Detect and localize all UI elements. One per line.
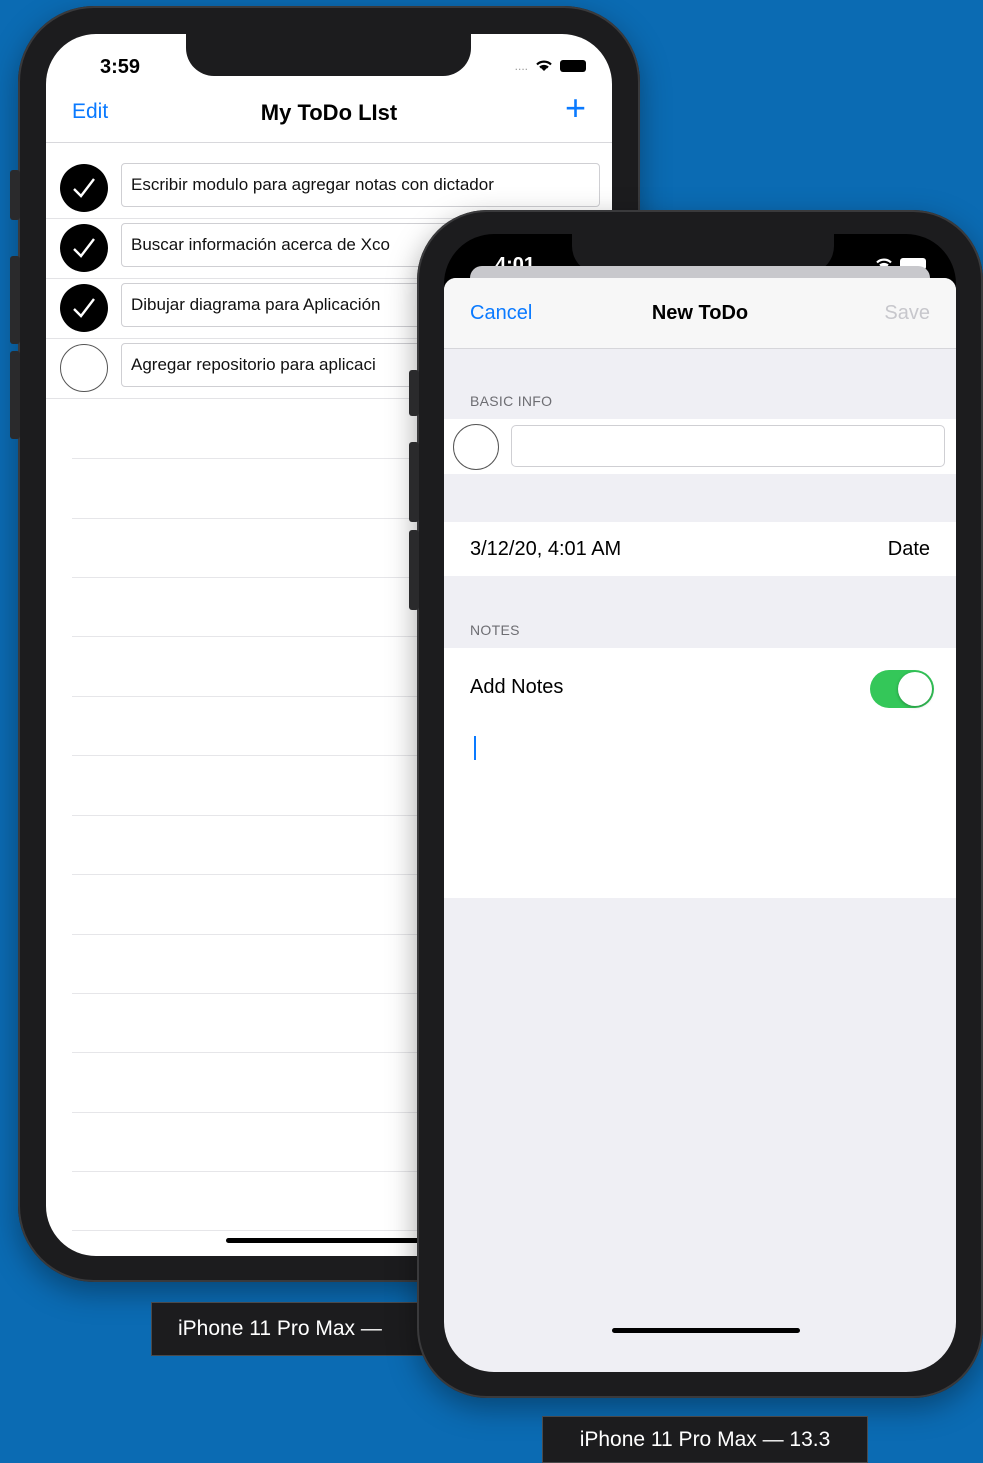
simulator-label: iPhone 11 Pro Max — 13.3	[542, 1416, 868, 1463]
notes-cell: Add Notes	[444, 648, 956, 898]
date-cell[interactable]: 3/12/20, 4:01 AM Date	[444, 522, 956, 576]
checkmark-icon	[73, 238, 95, 258]
navigation-bar: Cancel New ToDo Save	[444, 278, 956, 349]
signal-dots: ....	[514, 58, 528, 73]
checkmark-icon	[73, 298, 95, 318]
volume-up-button	[409, 442, 419, 522]
completion-toggle[interactable]	[60, 284, 108, 332]
notes-text-area[interactable]	[460, 726, 940, 886]
page-title: New ToDo	[651, 302, 749, 324]
toggle-knob	[898, 672, 932, 706]
volume-down-button	[409, 530, 419, 610]
completion-toggle[interactable]	[453, 424, 499, 470]
add-todo-button[interactable]: +	[565, 90, 586, 126]
checkmark-icon	[73, 178, 95, 198]
silent-switch	[409, 370, 419, 416]
simulator-label: iPhone 11 Pro Max —	[151, 1302, 441, 1356]
date-value: 3/12/20, 4:01 AM	[470, 538, 622, 560]
battery-icon	[560, 59, 586, 72]
add-notes-label: Add Notes	[470, 676, 564, 698]
completion-toggle[interactable]	[60, 164, 108, 212]
date-label: Date	[887, 538, 930, 560]
volume-down-button	[10, 351, 20, 439]
volume-up-button	[10, 256, 20, 344]
section-header-notes: NOTES	[470, 622, 520, 638]
save-button[interactable]: Save	[884, 302, 930, 325]
modal-sheet: Cancel New ToDo Save BASIC INFO 3/12/20,…	[444, 278, 956, 1372]
status-icons: ....	[515, 58, 586, 73]
navigation-bar: Edit My ToDo LIst +	[46, 86, 612, 143]
device-notch	[186, 34, 471, 76]
simulator-device-new: 4:01 .... Cancel New ToDo Save BASIC INF…	[409, 210, 983, 1398]
home-indicator[interactable]	[612, 1328, 800, 1333]
title-cell	[444, 419, 956, 474]
silent-switch	[10, 170, 20, 220]
completion-toggle[interactable]	[60, 224, 108, 272]
todo-title-field[interactable]: Escribir modulo para agregar notas con d…	[121, 163, 600, 207]
page-title: My ToDo LIst	[260, 100, 398, 125]
status-time: 3:59	[100, 56, 141, 78]
text-cursor	[474, 736, 476, 760]
wifi-icon	[536, 60, 552, 71]
add-notes-toggle[interactable]	[870, 670, 934, 708]
new-todo-screen: 4:01 .... Cancel New ToDo Save BASIC INF…	[444, 234, 956, 1372]
completion-toggle[interactable]	[60, 344, 108, 392]
home-indicator[interactable]	[226, 1238, 436, 1243]
section-header-basic-info: BASIC INFO	[470, 393, 553, 409]
todo-title-input[interactable]	[511, 425, 945, 467]
